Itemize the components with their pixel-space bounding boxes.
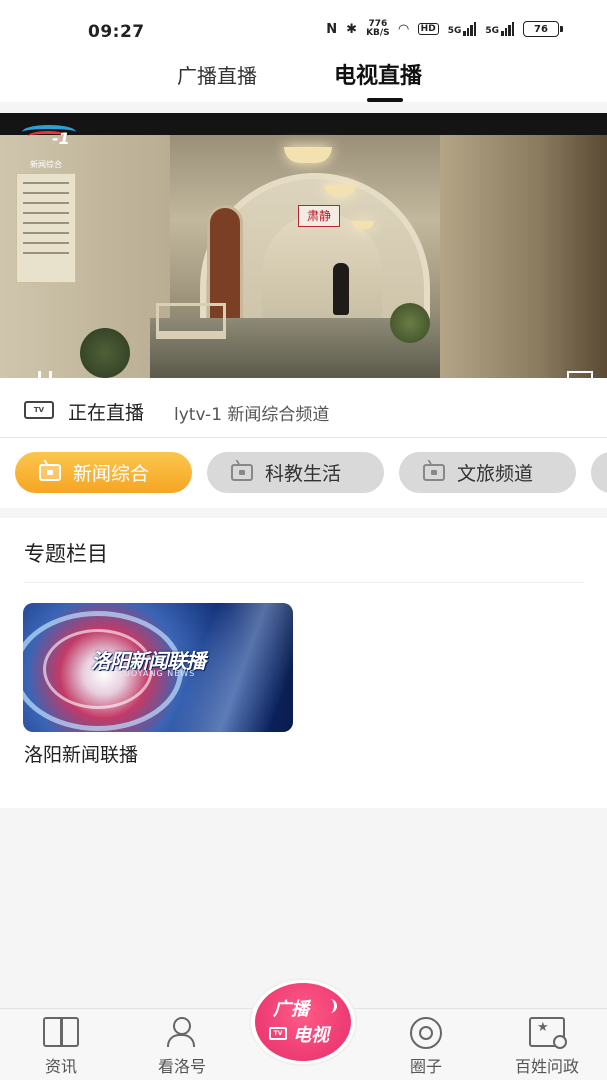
center-button-line1: 广播 [273, 999, 309, 1020]
nav-item-news[interactable]: 资讯 [21, 1017, 101, 1077]
battery-icon: 76 [523, 21, 563, 37]
circle-icon [408, 1017, 444, 1049]
status-icons: N ✱ 776 KB/S ◠ HD 5G 5G 76 [326, 20, 563, 38]
live-channel-name: lytv-1 新闻综合频道 [174, 405, 330, 425]
channel-logo: -1 新闻综合 [22, 123, 82, 169]
video-plant [80, 328, 130, 378]
badge-search-icon [529, 1017, 567, 1049]
status-time: 09:27 [88, 22, 145, 42]
center-button-line2: 电视 [293, 1025, 329, 1046]
section-title: 专题栏目 [24, 542, 108, 566]
tv-icon: TV [269, 1027, 287, 1040]
program-card-image[interactable]: 洛阳新闻联播 LUOYANG NEWS [23, 603, 293, 732]
program-card-title[interactable]: 洛阳新闻联播 [24, 740, 138, 767]
channel-selector: 新闻综合 科教生活 文旅频道 [0, 438, 607, 508]
live-label: 正在直播 [68, 402, 145, 424]
nfc-icon: N [326, 21, 338, 37]
tv-icon [39, 464, 61, 481]
nav-label: 百姓问政 [514, 1057, 579, 1076]
signal-5g-icon: 5G [448, 22, 477, 36]
channel-chip-more[interactable] [591, 452, 607, 493]
tab-indicator [367, 98, 403, 102]
nav-item-civic[interactable]: 百姓问政 [507, 1017, 587, 1077]
tv-icon: TV [24, 401, 54, 419]
nav-item-circle[interactable]: 圈子 [386, 1017, 466, 1077]
wifi-icon: ◠ [398, 21, 409, 37]
channel-chip-label: 文旅频道 [457, 463, 534, 485]
pause-icon[interactable] [38, 371, 52, 378]
special-section: 专题栏目 洛阳新闻联播 LUOYANG NEWS 洛阳新闻联播 [0, 518, 607, 808]
tab-radio-live[interactable]: 广播直播 [177, 60, 257, 89]
status-bar: 09:27 N ✱ 776 KB/S ◠ HD 5G 5G 76 [0, 0, 607, 54]
divider [24, 582, 584, 583]
video-sign-text: 肃静 [306, 209, 331, 223]
nav-item-luohao[interactable]: 看洛号 [142, 1017, 222, 1077]
net-speed-unit: KB/S [366, 28, 390, 38]
video-wall-scroll [16, 173, 76, 283]
radio-wave-icon [325, 999, 337, 1013]
nav-label: 资讯 [44, 1057, 77, 1076]
hd-icon: HD [417, 23, 439, 35]
channel-chip-culture[interactable]: 文旅频道 [399, 452, 576, 493]
video-wall-right [440, 135, 607, 378]
nav-label: 看洛号 [157, 1057, 206, 1076]
video-person [333, 263, 349, 315]
fullscreen-icon[interactable] [567, 371, 593, 378]
bluetooth-icon: ✱ [346, 21, 358, 37]
channel-chip-label: 科教生活 [265, 463, 342, 485]
channel-chip-label: 新闻综合 [73, 463, 150, 485]
nav-label: 圈子 [409, 1057, 442, 1076]
video-sign: 肃静 [298, 205, 340, 227]
center-button-face: 广播 TV 电视 [255, 983, 351, 1061]
signal-5g-icon-2: 5G [485, 22, 514, 36]
tab-tv-live[interactable]: 电视直播 [334, 58, 422, 90]
video-top-strip [0, 113, 607, 135]
user-follow-icon [164, 1017, 200, 1047]
live-info-bar: TV 正在直播 lytv-1 新闻综合频道 [0, 378, 607, 438]
signal-2-label: 5G [485, 26, 499, 36]
video-bench [156, 303, 226, 339]
signal-1-label: 5G [447, 26, 462, 36]
net-speed: 776 KB/S [366, 20, 390, 38]
tv-icon [231, 464, 253, 481]
card-image-subtitle: LUOYANG NEWS [119, 669, 196, 678]
logo-caption: 新闻综合 [30, 160, 62, 169]
video-player[interactable]: 肃静 -1 新闻综合 [0, 113, 607, 378]
channel-chip-science[interactable]: 科教生活 [207, 452, 384, 493]
tv-icon [423, 464, 445, 481]
video-plant-2 [390, 303, 430, 343]
logo-text: -1 [52, 129, 70, 148]
top-tabs: 广播直播 电视直播 [0, 54, 607, 102]
channel-chip-news[interactable]: 新闻综合 [15, 452, 192, 493]
center-broadcast-tv-button[interactable]: 广播 TV 电视 [251, 980, 355, 1064]
book-icon [43, 1017, 79, 1047]
